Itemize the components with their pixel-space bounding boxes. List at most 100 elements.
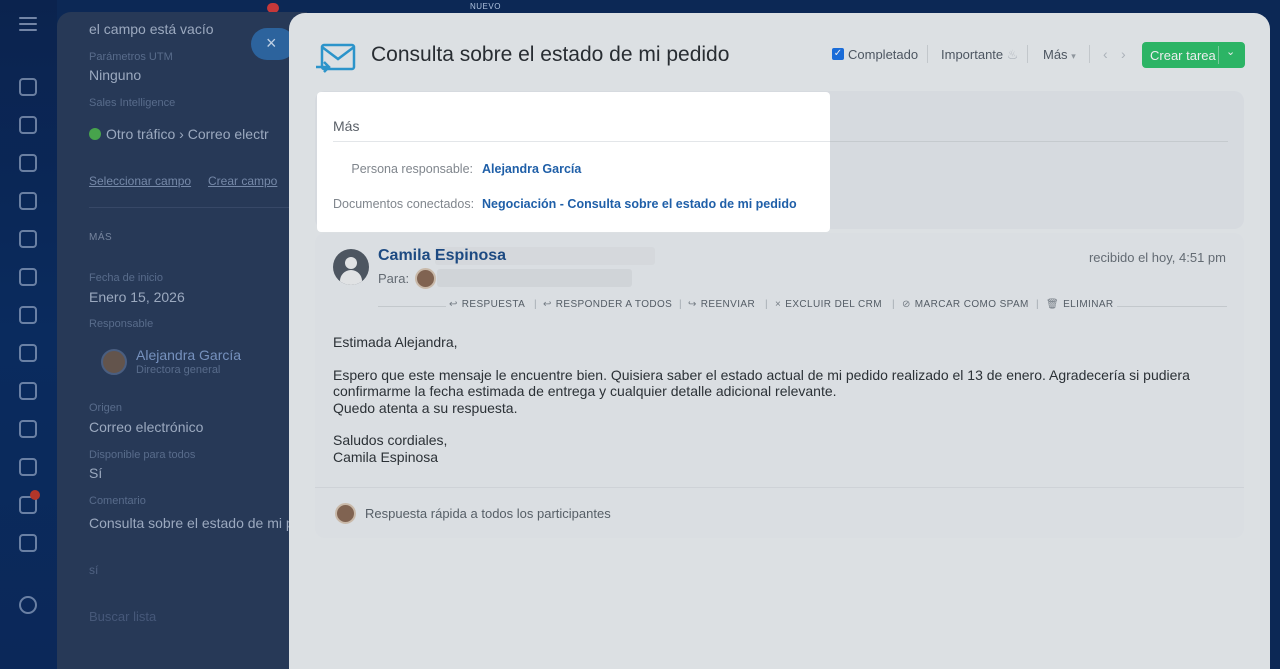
separator: | bbox=[765, 299, 768, 310]
separator: | bbox=[1036, 299, 1039, 310]
reply-icon: ↩ bbox=[449, 299, 458, 310]
previous-icon[interactable]: ‹ bbox=[1103, 46, 1108, 62]
redacted-recipient bbox=[437, 269, 632, 287]
avatar bbox=[335, 503, 356, 524]
delete-button[interactable]: 🗑 ELIMINAR bbox=[1046, 299, 1114, 310]
divider bbox=[1117, 306, 1227, 307]
responsible-role: Directora general bbox=[136, 364, 221, 376]
received-time: recibido el hoy, 4:51 pm bbox=[1088, 250, 1226, 265]
automation-icon[interactable] bbox=[19, 534, 37, 552]
flame-icon: ♨ bbox=[1006, 47, 1019, 62]
quick-reply-placeholder[interactable]: Respuesta rápida a todos los participant… bbox=[365, 506, 611, 521]
origin-label: Origen bbox=[89, 402, 123, 414]
mark-spam-button[interactable]: ⊘ MARCAR COMO SPAM bbox=[902, 299, 1029, 310]
separator: | bbox=[892, 299, 895, 310]
status-dot-icon bbox=[89, 128, 101, 140]
connected-documents-label: Documentos conectados: bbox=[333, 197, 475, 211]
sender-avatar bbox=[333, 249, 369, 285]
body-text: Espero que este mensaje le encuentre bie… bbox=[333, 366, 1190, 416]
close-icon: × bbox=[775, 299, 782, 310]
start-date-label: Fecha de inicio bbox=[89, 272, 163, 284]
app-sidebar bbox=[0, 0, 57, 669]
completed-checkbox[interactable]: ✓ bbox=[832, 48, 844, 60]
calendar-icon[interactable] bbox=[19, 230, 37, 248]
divider bbox=[815, 141, 1228, 142]
activity-icon[interactable] bbox=[19, 78, 37, 96]
create-field-link[interactable]: Crear campo bbox=[208, 174, 277, 188]
next-icon[interactable]: › bbox=[1121, 46, 1126, 62]
create-task-label: Crear tarea bbox=[1150, 48, 1216, 63]
more-section-title: MÁS bbox=[89, 232, 113, 243]
divider bbox=[89, 207, 307, 208]
page-title: Consulta sobre el estado de mi pedido bbox=[371, 43, 730, 66]
available-value: Sí bbox=[89, 465, 103, 481]
tasks-icon[interactable] bbox=[19, 116, 37, 134]
select-field-link[interactable]: Seleccionar campo bbox=[89, 174, 191, 188]
notification-badge bbox=[30, 490, 40, 500]
chat-icon[interactable] bbox=[19, 154, 37, 172]
completed-label[interactable]: Completado bbox=[848, 47, 918, 62]
exclude-crm-button[interactable]: × EXCLUIR DEL CRM bbox=[775, 299, 882, 310]
responsible-label: Responsable bbox=[89, 318, 154, 330]
mail-icon[interactable] bbox=[19, 382, 37, 400]
forward-icon: ↪ bbox=[688, 299, 697, 310]
documents-icon[interactable] bbox=[19, 268, 37, 286]
divider bbox=[927, 45, 928, 63]
divider bbox=[333, 141, 830, 142]
checklist-icon[interactable] bbox=[19, 458, 37, 476]
separator: | bbox=[679, 299, 682, 310]
email-body: Estimada Alejandra, Espero que este mens… bbox=[333, 334, 1223, 481]
available-label: Disponible para todos bbox=[89, 449, 196, 461]
greeting: Estimada Alejandra, bbox=[333, 334, 458, 350]
important-toggle[interactable]: Importante ♨ bbox=[941, 47, 1018, 63]
responsible-person-label: Persona responsable: bbox=[351, 162, 473, 176]
reply-all-icon: ↩ bbox=[543, 299, 552, 310]
comment-value: Consulta sobre el estado de mi p bbox=[89, 515, 294, 531]
sender-name[interactable]: Camila Espinosa bbox=[378, 247, 506, 265]
responsible-person-link[interactable]: Alejandra García bbox=[482, 162, 581, 176]
popup-title: Más bbox=[333, 118, 360, 134]
more-menu-button[interactable]: Más ▾ bbox=[1043, 47, 1076, 62]
create-task-button[interactable]: Crear tarea ⌄ bbox=[1142, 42, 1245, 68]
utm-value: Ninguno bbox=[89, 67, 142, 83]
menu-icon[interactable] bbox=[19, 17, 37, 31]
quick-reply-bar[interactable]: Respuesta rápida a todos los participant… bbox=[315, 487, 1244, 538]
new-label: NUEVO bbox=[470, 2, 501, 11]
chevron-down-icon[interactable]: ⌄ bbox=[1226, 45, 1235, 58]
divider bbox=[1089, 45, 1090, 63]
divider bbox=[1218, 46, 1219, 64]
crm-icon[interactable] bbox=[19, 192, 37, 210]
avatar bbox=[101, 349, 127, 375]
more-details-popup: Más Persona responsable: Alejandra Garcí… bbox=[317, 92, 830, 232]
comment-label: Comentario bbox=[89, 495, 146, 507]
crm-deal-card: el campo está vacío Parámetros UTM Ningu… bbox=[57, 12, 307, 669]
block-icon: ⊘ bbox=[902, 299, 911, 310]
sales-intel-value: Otro tráfico › Correo electr bbox=[89, 126, 269, 142]
sales-intel-label: Sales Intelligence bbox=[89, 97, 176, 109]
sites-icon[interactable] bbox=[19, 306, 37, 324]
panel-header: Consulta sobre el estado de mi pedido ✓ … bbox=[289, 13, 1270, 93]
recipient-avatar bbox=[415, 268, 436, 289]
separator: | bbox=[534, 299, 537, 310]
reply-button[interactable]: ↩ RESPUESTA bbox=[449, 299, 525, 310]
connected-document-link[interactable]: Negociación - Consulta sobre el estado d… bbox=[482, 197, 797, 211]
settings-icon[interactable] bbox=[19, 596, 37, 614]
empty-field-text: el campo está vacío bbox=[89, 21, 214, 37]
utm-label: Parámetros UTM bbox=[89, 51, 173, 63]
divider bbox=[378, 306, 446, 307]
incoming-mail-icon bbox=[316, 43, 356, 73]
forward-button[interactable]: ↪ REENVIAR bbox=[688, 299, 755, 310]
store-icon[interactable] bbox=[19, 344, 37, 362]
signature-block: Saludos cordiales, Camila Espinosa bbox=[333, 432, 448, 465]
email-actions: ↩ RESPUESTA | ↩ RESPONDER A TODOS | ↪ REENV… bbox=[315, 299, 1244, 315]
extra-value-2: Buscar lista bbox=[89, 609, 157, 624]
origin-value: Correo electrónico bbox=[89, 419, 204, 435]
contacts-icon[interactable] bbox=[19, 420, 37, 438]
extra-value: sí bbox=[89, 563, 99, 577]
divider bbox=[1027, 45, 1028, 63]
chevron-down-icon: ▾ bbox=[1071, 51, 1076, 61]
responsible-name[interactable]: Alejandra García bbox=[136, 347, 241, 363]
start-date-value: Enero 15, 2026 bbox=[89, 289, 185, 305]
reply-all-button[interactable]: ↩ RESPONDER A TODOS bbox=[543, 299, 672, 310]
trash-icon: 🗑 bbox=[1046, 299, 1060, 310]
